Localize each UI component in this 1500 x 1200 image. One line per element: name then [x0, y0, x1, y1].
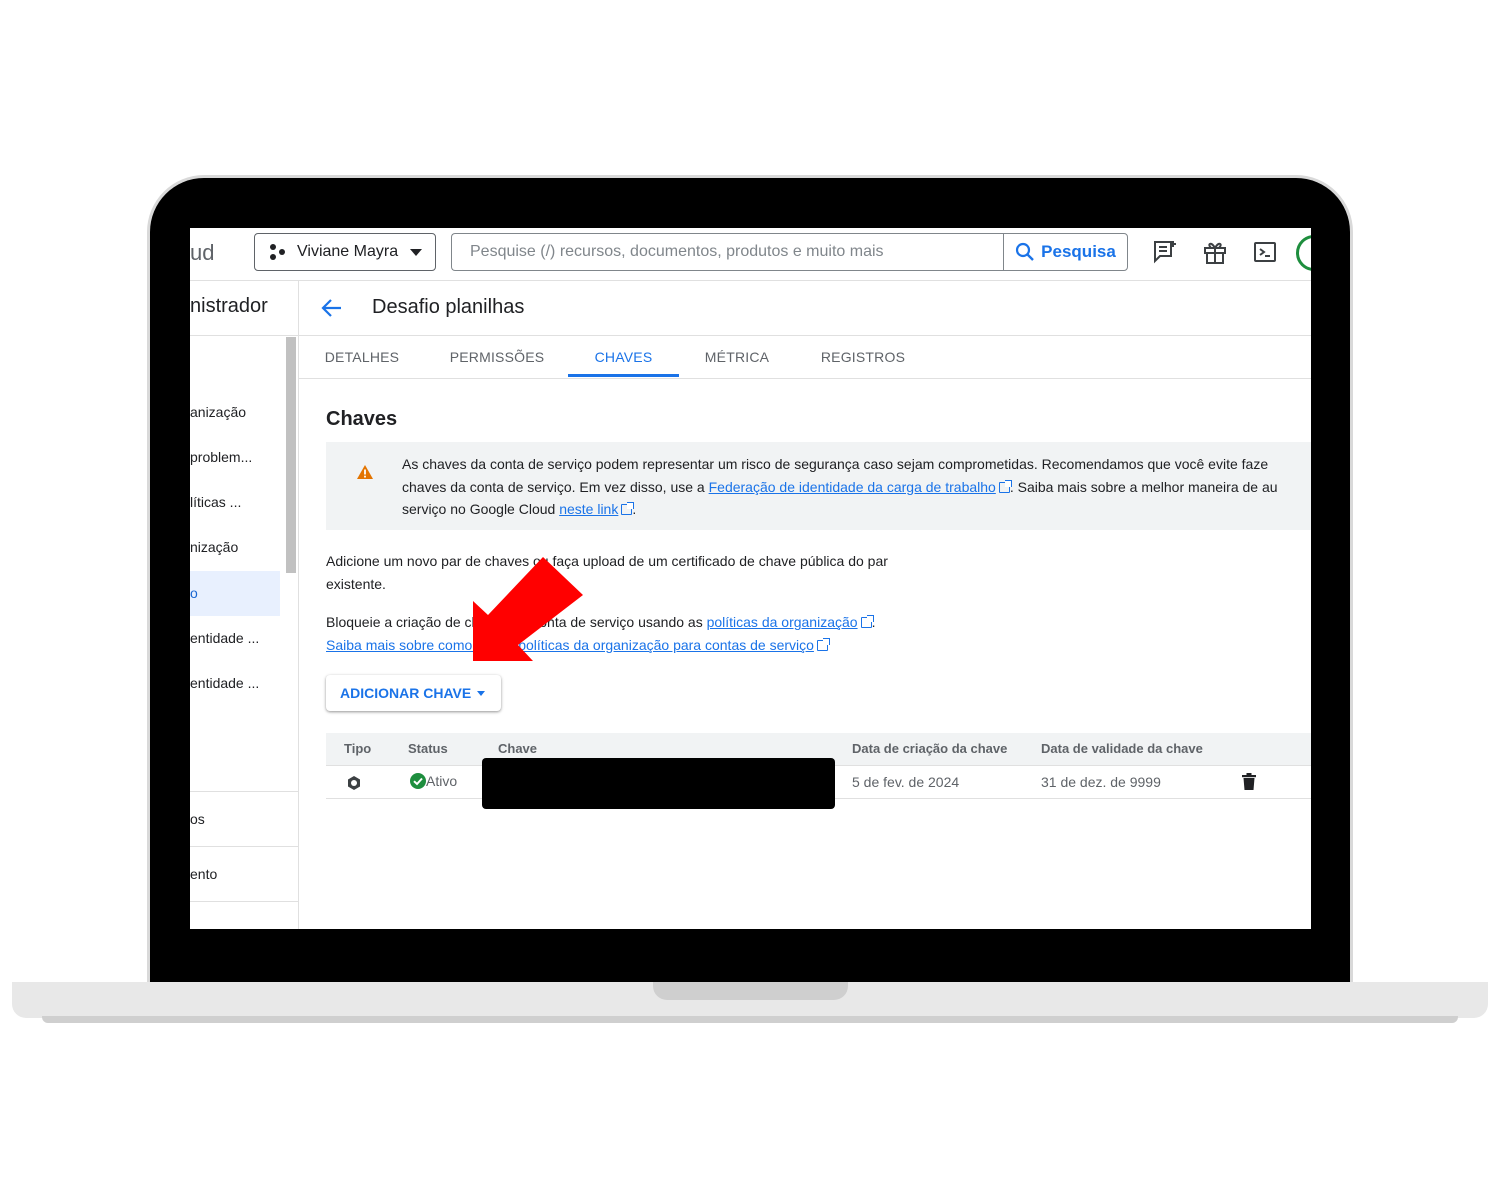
check-circle-icon: [410, 773, 426, 789]
search-icon: [1016, 242, 1035, 261]
tab-bar: DETALHES PERMISSÕES CHAVES MÉTRICA REGIS…: [299, 336, 1311, 379]
scrollbar[interactable]: [286, 337, 296, 573]
warning-text-part: serviço no Google Cloud: [402, 501, 560, 517]
sidebar-item-bottom-2[interactable]: ento: [190, 866, 217, 882]
sidebar-item-bottom-1[interactable]: os: [190, 811, 205, 827]
org-policies-link[interactable]: políticas da organização: [707, 614, 858, 630]
feedback-icon[interactable]: [1151, 238, 1179, 266]
add-key-description: Adicione um novo par de chaves ou faça u…: [326, 553, 888, 592]
sidebar-item-organizacao[interactable]: anização: [190, 404, 246, 420]
external-link-icon: [860, 615, 874, 628]
divider: [190, 901, 298, 902]
warning-text-part: . Saiba mais sobre a melhor maneira de a…: [1009, 478, 1278, 495]
redaction-block: [482, 758, 835, 809]
project-icon: [269, 243, 287, 261]
sidebar-item-problemas[interactable]: problem...: [190, 449, 252, 465]
sidebar-item-contas-servico[interactable]: o: [190, 571, 280, 616]
column-header-status[interactable]: Status: [408, 741, 448, 756]
divider: [190, 335, 298, 336]
laptop-foot: [42, 1016, 1458, 1023]
brand-logo-text: ud: [190, 240, 215, 265]
divider: [190, 791, 298, 792]
expires-date-cell: 31 de dez. de 9999: [1041, 774, 1161, 790]
warning-icon: [357, 465, 373, 479]
status-label: Ativo: [426, 773, 458, 789]
side-nav: nistrador anização problem... líticas ..…: [190, 281, 299, 929]
project-picker[interactable]: Viviane Mayra: [254, 233, 436, 271]
avatar[interactable]: [1296, 235, 1311, 271]
tab-registros[interactable]: REGISTROS: [813, 336, 913, 377]
best-practices-link[interactable]: neste link: [559, 501, 618, 517]
external-link-icon: [621, 502, 635, 515]
workload-identity-link[interactable]: Federação de identidade da carga de trab…: [709, 479, 996, 495]
warning-line-2: chaves da conta de serviço. Em vez disso…: [402, 476, 1311, 499]
annotation-arrow-icon: [473, 557, 583, 661]
add-key-button-label: ADICIONAR CHAVE: [340, 685, 472, 701]
nav-title: nistrador: [190, 295, 268, 317]
warning-text-part: chaves da conta de serviço. Em vez disso…: [402, 478, 709, 495]
column-header-chave[interactable]: Chave: [498, 741, 537, 756]
warning-line-3: serviço no Google Cloud neste link.: [402, 498, 1311, 521]
laptop-notch: [653, 982, 848, 1000]
project-name: Viviane Mayra: [297, 243, 399, 260]
column-header-expires[interactable]: Data de validade da chave: [1041, 741, 1203, 756]
search-button[interactable]: Pesquisa: [1003, 233, 1128, 271]
dropdown-arrow-icon: [477, 690, 486, 696]
sidebar-item-politicas[interactable]: líticas ...: [190, 494, 241, 510]
back-arrow-icon[interactable]: [319, 295, 345, 321]
delete-icon[interactable]: [1242, 773, 1256, 790]
divider: [190, 846, 298, 847]
tab-metrica[interactable]: MÉTRICA: [697, 336, 777, 377]
external-link-icon: [816, 638, 830, 651]
sidebar-item-organizacao-2[interactable]: nização: [190, 539, 238, 555]
block-key-description: Bloqueie a criação de chaves da conta de…: [326, 611, 1006, 657]
status-active: Ativo: [410, 773, 457, 789]
chevron-down-icon: [410, 248, 423, 256]
top-bar: ud Viviane Mayra Pesquisa: [190, 228, 1311, 281]
warning-line-1: As chaves da conta de serviço podem repr…: [402, 456, 1269, 472]
warning-banner: As chaves da conta de serviço podem repr…: [326, 442, 1311, 530]
sidebar-item-identidade-1[interactable]: entidade ...: [190, 630, 259, 646]
main-content: Desafio planilhas DETALHES PERMISSÕES CH…: [299, 281, 1311, 929]
cloud-shell-icon[interactable]: [1251, 238, 1279, 266]
search-button-label: Pesquisa: [1041, 242, 1116, 261]
tab-permissoes[interactable]: PERMISSÕES: [445, 336, 549, 377]
add-key-button[interactable]: ADICIONAR CHAVE: [326, 675, 501, 711]
warning-text: As chaves da conta de serviço podem repr…: [402, 453, 1311, 521]
column-header-tipo[interactable]: Tipo: [344, 741, 371, 756]
key-type-icon: [348, 776, 360, 790]
tab-chaves[interactable]: CHAVES: [568, 336, 679, 377]
created-date-cell: 5 de fev. de 2024: [852, 774, 960, 790]
search-input[interactable]: [451, 233, 1004, 271]
column-header-created[interactable]: Data de criação da chave: [852, 741, 1007, 756]
tab-detalhes[interactable]: DETALHES: [315, 336, 409, 377]
screen: ud Viviane Mayra Pesquisa: [190, 228, 1311, 929]
page-title: Desafio planilhas: [372, 296, 525, 318]
section-title: Chaves: [326, 408, 398, 430]
external-link-icon: [998, 479, 1012, 493]
sidebar-item-identidade-2[interactable]: entidade ...: [190, 675, 259, 691]
gift-icon[interactable]: [1201, 238, 1229, 266]
